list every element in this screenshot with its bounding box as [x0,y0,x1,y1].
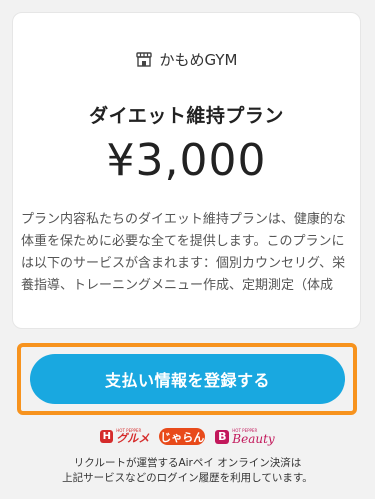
notice-line-2: 上記サービスなどのログイン履歴を利用しています。 [62,472,313,484]
login-history-notice: リクルートが運営するAirペイ オンライン決済は 上記サービスなどのログイン履歴… [0,456,375,486]
plan-card: かもめGYM ダイエット維持プラン ¥3,000 プラン内容私たちのダイエット維… [12,12,361,329]
storefront-icon [135,52,152,67]
store-header: かもめGYM [13,49,360,70]
plan-title: ダイエット維持プラン [89,105,284,127]
plan-price: ¥3,000 [106,135,267,186]
highlight-frame: 支払い情報を登録する [17,343,357,415]
payment-page: かもめGYM ダイエット維持プラン ¥3,000 プラン内容私たちのダイエット維… [0,0,375,499]
beauty-text: Beauty [232,431,275,446]
gourmet-mark: H [100,430,114,443]
hotpepper-gourmet-logo: H HOT PEPPER グルメ [100,429,149,444]
gourmet-text: グルメ [116,432,150,445]
jalan-logo: じゃらん [159,428,206,445]
store-name: かもめGYM [159,51,238,69]
plan-description: プラン内容私たちのダイエット維持プランは、健康的な体重を保ために必要な全てを提供… [21,212,346,293]
hotpepper-beauty-logo: B HOT PEPPER Beauty [215,428,275,446]
service-logos: H HOT PEPPER グルメ じゃらん B HOT PEPPER Beaut… [0,428,375,445]
notice-line-1: リクルートが運営するAirペイ オンライン決済は [73,457,302,469]
beauty-mark: B [215,429,230,444]
register-payment-button[interactable]: 支払い情報を登録する [30,354,345,404]
